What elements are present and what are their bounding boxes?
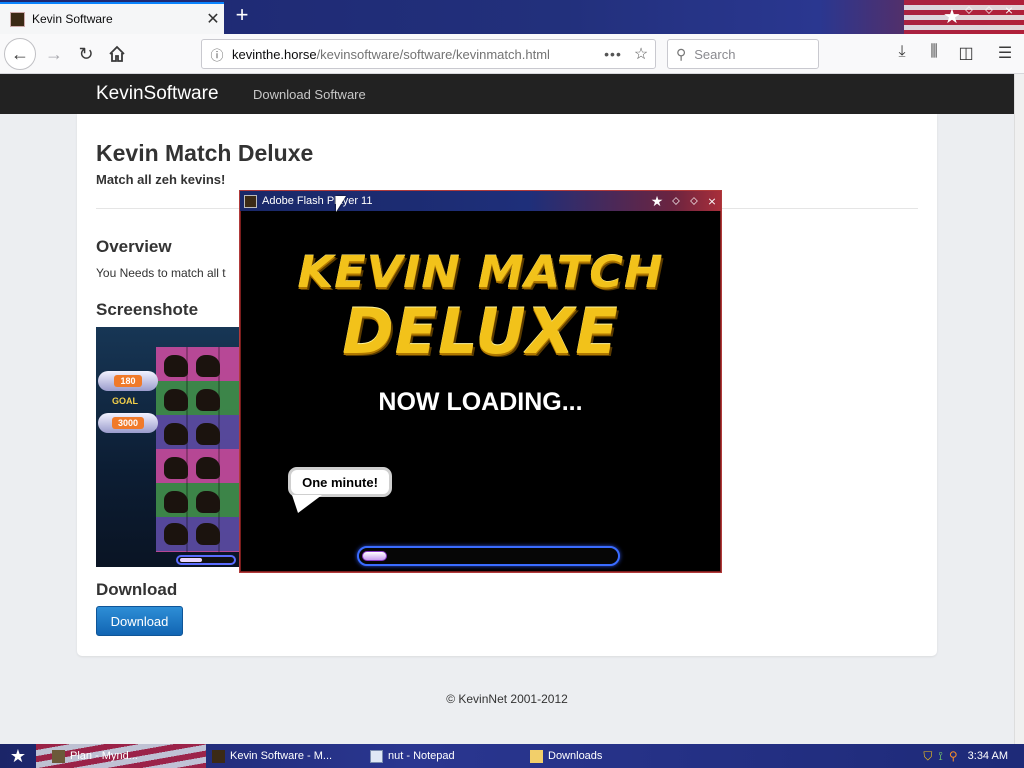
horse-tile-icon	[196, 491, 220, 513]
clock[interactable]: 3:34 AM	[968, 750, 1008, 762]
score-value: 180	[114, 375, 142, 387]
taskbar: ★ Plan - Mynd... Kevin Software - M... n…	[0, 744, 1024, 768]
search-icon: ⚲	[676, 45, 687, 62]
shield-icon[interactable]: ⛉	[923, 749, 932, 764]
download-button[interactable]: Download	[96, 606, 183, 636]
site-info-icon[interactable]: ⓘ	[202, 45, 232, 64]
close-window-icon[interactable]: ⨯	[1002, 4, 1016, 17]
speech-bubble: One minute!	[288, 467, 392, 497]
speech-bubble-tail	[292, 495, 322, 513]
horse-tile-icon	[196, 523, 220, 545]
reload-icon: ↻	[78, 43, 94, 64]
back-button[interactable]: ←	[4, 38, 36, 70]
menu-icon[interactable]: ☰	[993, 43, 1017, 65]
address-bar[interactable]: ⓘ kevinthe.horse/kevinsoftware/software/…	[201, 39, 656, 69]
maximize-window-icon[interactable]: ⬦	[685, 195, 703, 208]
horse-tile-icon	[164, 491, 188, 513]
flash-player-window[interactable]: Adobe Flash Player 11 ★ ⬦ ⬦ ⨯ KEVIN MATC…	[239, 190, 722, 573]
taskbar-item[interactable]: Kevin Software - M...	[212, 747, 332, 765]
game-screenshot: 180 GOAL 3000	[96, 327, 241, 567]
arrow-left-icon: ←	[11, 43, 29, 64]
taskbar-item[interactable]: Plan - Mynd...	[52, 747, 138, 765]
star-icon: ★	[650, 192, 664, 209]
overview-heading: Overview	[96, 237, 172, 256]
network-icon[interactable]: ⟟	[938, 749, 942, 764]
page-title: Kevin Match Deluxe	[96, 140, 314, 166]
new-tab-button[interactable]: +	[230, 4, 254, 28]
star-icon: ★	[943, 6, 961, 28]
app-icon	[52, 749, 65, 763]
search-input[interactable]	[694, 46, 805, 62]
horse-tile-icon	[196, 457, 220, 479]
browser-icon	[212, 749, 225, 763]
browser-toolbar: ← → ↻ ⓘ kevinthe.horse/kevinsoftware/sof…	[0, 34, 1024, 74]
game-logo-line1: KEVIN MATCH	[297, 246, 664, 298]
page-scrollbar[interactable]	[1014, 74, 1024, 744]
site-brand[interactable]: KevinSoftware	[96, 83, 219, 105]
loading-progress-bar	[357, 546, 620, 566]
horse-tile-icon	[196, 423, 220, 445]
mouse-cursor-icon	[336, 196, 346, 212]
home-icon	[109, 45, 125, 62]
taskbar-item[interactable]: Downloads	[530, 747, 602, 765]
notepad-icon	[370, 749, 383, 763]
nav-download-software[interactable]: Download Software	[253, 87, 366, 102]
forward-button[interactable]: →	[38, 38, 70, 70]
goal-label: GOAL	[112, 396, 138, 406]
flash-title-bar[interactable]: Adobe Flash Player 11 ★ ⬦ ⬦ ⨯	[240, 191, 721, 211]
game-logo-line2: DELUXE	[342, 295, 619, 368]
horse-tile-icon	[196, 389, 220, 411]
horse-favicon-icon	[10, 11, 25, 27]
horse-tile-icon	[164, 355, 188, 377]
page-subtitle: Match all zeh kevins!	[96, 172, 226, 187]
taskbar-item[interactable]: nut - Notepad	[370, 747, 455, 765]
close-tab-icon[interactable]: ✕	[202, 9, 224, 29]
close-window-icon[interactable]: ⨯	[703, 195, 721, 208]
download-heading: Download	[96, 580, 178, 599]
overview-text: You Needs to match all t	[96, 266, 226, 280]
browser-tab-strip: Kevin Software ✕ + ★ ⬦ ⬦ ⨯	[0, 0, 1024, 34]
loading-progress-fill	[362, 551, 387, 561]
search-tray-icon[interactable]: ⚲	[949, 749, 958, 763]
horse-tile-icon	[164, 389, 188, 411]
flash-window-title: Adobe Flash Player 11	[262, 195, 373, 207]
tile-grid	[156, 347, 241, 552]
maximize-window-icon[interactable]: ⬦	[982, 4, 996, 17]
horse-tile-icon	[164, 423, 188, 445]
arrow-right-icon: →	[45, 43, 63, 64]
horse-tile-icon	[164, 523, 188, 545]
screenshots-heading: Screenshote	[96, 300, 199, 319]
site-navbar: KevinSoftware Download Software	[0, 74, 1014, 114]
sidebar-icon[interactable]: ◫	[954, 43, 978, 65]
library-icon[interactable]: ⫼	[922, 43, 946, 65]
goal-value: 3000	[111, 417, 145, 429]
minimize-window-icon[interactable]: ⬦	[962, 4, 976, 17]
horse-tile-icon	[164, 457, 188, 479]
system-tray: ⛉ ⟟ ⚲ 3:34 AM	[904, 744, 1024, 768]
bookmark-star-icon[interactable]: ☆	[627, 44, 655, 64]
screenshot-progress-bar	[176, 555, 236, 565]
reload-button[interactable]: ↻	[70, 38, 102, 70]
folder-icon	[530, 749, 543, 763]
start-button[interactable]: ★	[0, 746, 36, 767]
downloads-icon[interactable]: ⤓	[890, 43, 914, 65]
horse-app-icon	[244, 194, 257, 208]
footer-copyright: © KevinNet 2001-2012	[446, 692, 568, 706]
tab-title: Kevin Software	[32, 12, 113, 26]
window-controls: ⬦ ⬦ ⨯	[962, 4, 1016, 17]
loading-text: NOW LOADING...	[378, 388, 583, 416]
search-box[interactable]: ⚲	[667, 39, 819, 69]
tab-kevin-software[interactable]: Kevin Software ✕	[0, 2, 224, 34]
score-pill: 180	[98, 371, 158, 391]
goal-pill: 3000	[98, 413, 158, 433]
horse-tile-icon	[196, 355, 220, 377]
home-button[interactable]	[101, 38, 133, 70]
minimize-window-icon[interactable]: ⬦	[667, 195, 685, 208]
page-actions-icon[interactable]: •••	[599, 46, 627, 62]
url-text[interactable]: kevinthe.horse/kevinsoftware/software/ke…	[232, 47, 599, 62]
